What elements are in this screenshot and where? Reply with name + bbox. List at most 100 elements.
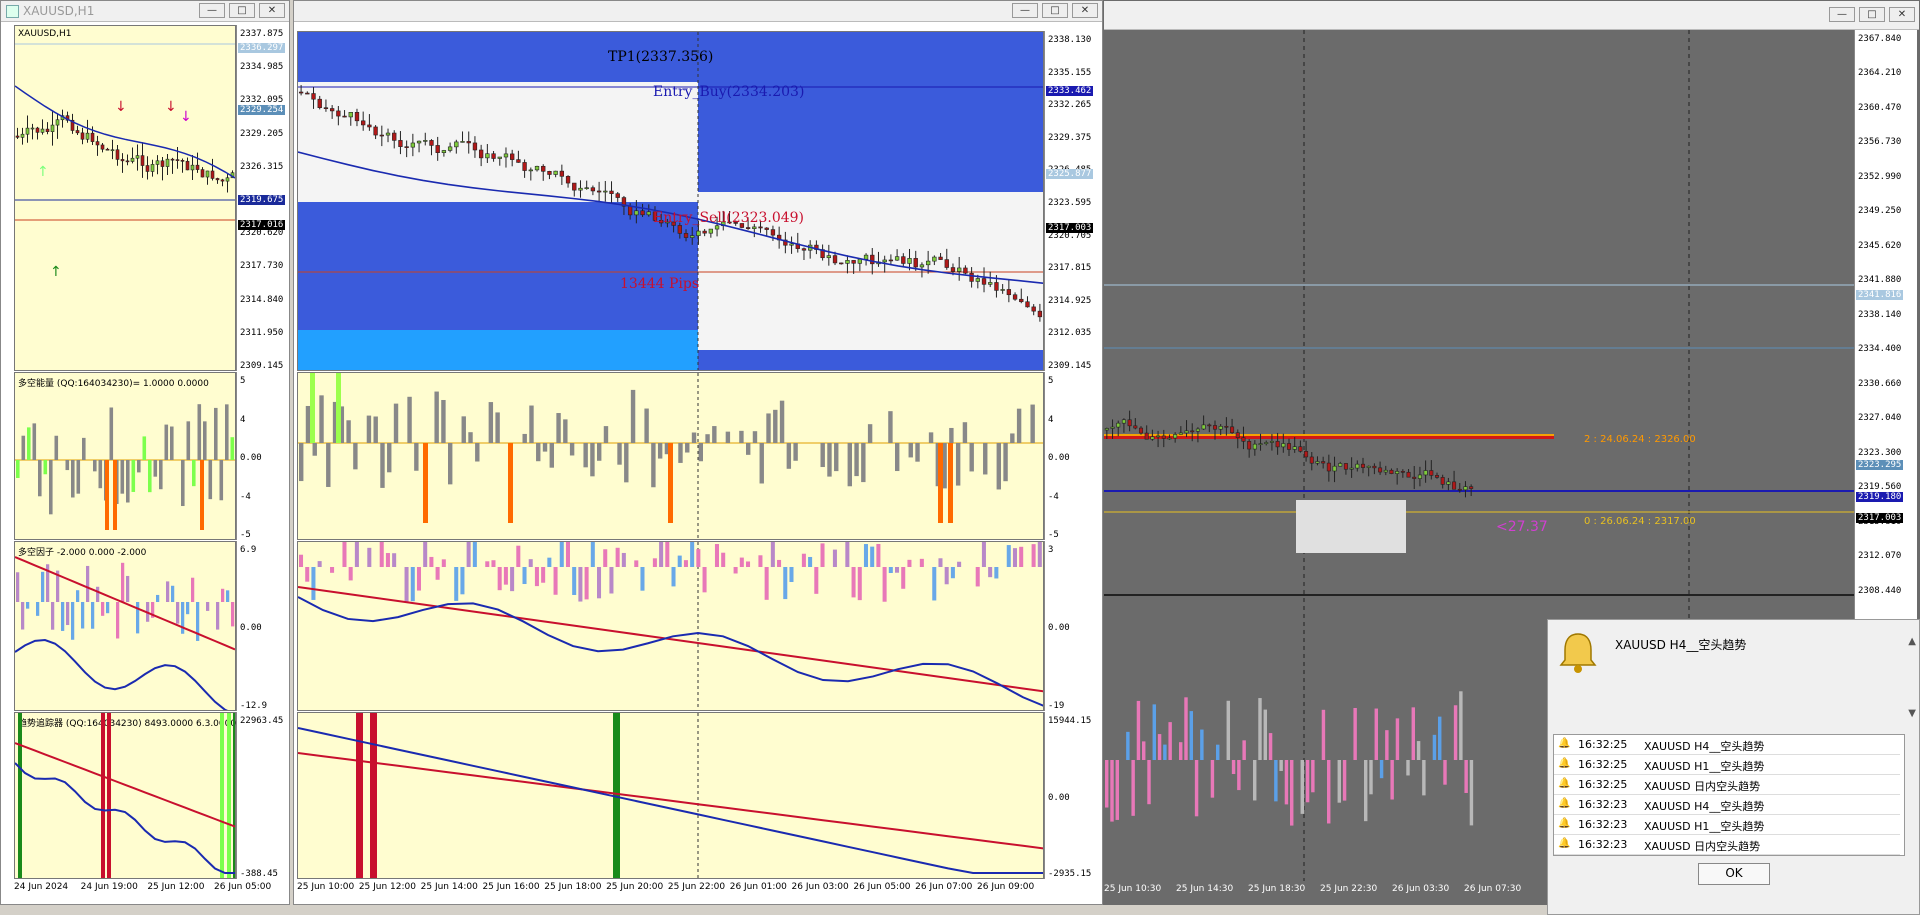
candle-body	[478, 149, 484, 159]
histogram-bar	[559, 542, 564, 567]
left-ind2-pane[interactable]: 多空因子 -2.000 0.000 -2.000	[14, 541, 236, 711]
left-price-pane[interactable]: XAUUSD,H1 ↑ ↑ ↓ ↓ ↓	[14, 25, 236, 371]
histogram-bar	[26, 602, 30, 609]
left-chart-window[interactable]: XAUUSD,H1 — □ ✕ XAUUSD,H1 ↑ ↑ ↓ ↓ ↓ 2337.875…	[0, 0, 290, 905]
red-line	[15, 742, 235, 828]
histogram-bar	[683, 560, 688, 567]
mid-price-pane[interactable]: TP1(2337.356) Entry_Buy(2334.203) Entry_…	[297, 31, 1044, 371]
candle-body	[150, 164, 155, 172]
candle-body	[516, 159, 521, 163]
signal-bar	[107, 713, 111, 878]
alert-row[interactable]: 🔔 16:32:23 XAUUSD H4__空头趋势	[1554, 795, 1900, 815]
price-tag: 2336.297	[238, 43, 286, 53]
mid-price-axis: 2338.1302335.1552332.2652329.3752326.485…	[1044, 31, 1100, 371]
candle-body	[1326, 462, 1331, 472]
candle-body	[472, 142, 478, 151]
signal-bar	[105, 460, 109, 530]
candle-body	[323, 107, 329, 109]
red-line	[298, 586, 1043, 693]
alert-row[interactable]: 🔔 16:32:23 XAUUSD H1__空头趋势	[1554, 815, 1900, 835]
candle-body	[764, 227, 769, 230]
histogram-bar	[51, 602, 55, 630]
close-button[interactable]: ✕	[1889, 7, 1915, 22]
entry-sell-label: Entry_Sell(2323.049)	[653, 210, 805, 226]
histogram-bar	[801, 553, 806, 567]
maximize-button[interactable]: □	[1042, 3, 1068, 18]
histogram-bar	[928, 432, 934, 443]
right-window-titlebar[interactable]: — □ ✕	[1104, 1, 1919, 30]
price-tick: 2334.985	[240, 62, 284, 73]
candle-body	[317, 98, 322, 108]
histogram-bar	[497, 567, 502, 591]
histogram-bar	[1284, 760, 1289, 805]
histogram-bar	[556, 413, 561, 443]
histogram-bar	[353, 443, 358, 470]
histogram-bar	[820, 443, 825, 468]
alert-row[interactable]: 🔔 16:32:25 XAUUSD H1__空头趋势	[1554, 755, 1900, 775]
histogram-bar	[231, 602, 235, 627]
mid-ind2-pane[interactable]	[297, 541, 1044, 711]
close-button[interactable]: ✕	[1072, 3, 1098, 18]
maximize-button[interactable]: □	[1859, 7, 1885, 22]
mid-ind3-pane[interactable]	[297, 712, 1044, 879]
price-tick: 2329.375	[1048, 132, 1092, 143]
left-ind1-pane[interactable]: 多空能量 (QQ:164034230)= 1.0000 0.0000	[14, 372, 236, 540]
candle-body	[1218, 425, 1223, 430]
candle-body	[1298, 446, 1303, 452]
candle-body	[534, 165, 540, 171]
histogram-bar	[609, 567, 614, 594]
mid-window-titlebar[interactable]: — □ ✕	[294, 1, 1102, 22]
candle-body	[572, 182, 577, 191]
histogram-bar	[867, 424, 873, 443]
histogram-bar	[448, 443, 453, 485]
alert-row[interactable]: 🔔 16:32:25 XAUUSD H4__空头趋势	[1554, 735, 1900, 755]
alert-list[interactable]: 🔔 16:32:25 XAUUSD H4__空头趋势 🔔 16:32:25 XAUUSD …	[1553, 734, 1905, 856]
mid-chart-window[interactable]: — □ ✕ TP1(2337.356) Entry_Buy(2334.203) …	[293, 0, 1103, 905]
candle-body	[1116, 422, 1121, 428]
histogram-bar	[983, 443, 988, 475]
alert-dialog[interactable]: XAUUSD H4__空头趋势 ▲ ▼ 🔔 16:32:25 XAUUSD H4__…	[1547, 619, 1920, 915]
price-tick: 2323.595	[1048, 198, 1092, 208]
histogram-bar	[857, 567, 862, 601]
price-tag: 2323.295	[1856, 460, 1904, 470]
alert-row[interactable]: 🔔 16:32:25 XAUUSD 日内空头趋势	[1554, 775, 1900, 795]
candle-body	[190, 164, 195, 171]
histogram-bar	[630, 389, 636, 443]
signal-bar	[101, 713, 105, 878]
left-window-titlebar[interactable]: XAUUSD,H1 — □ ✕	[1, 1, 289, 22]
minimize-button[interactable]: —	[1012, 3, 1038, 18]
maximize-button[interactable]: □	[229, 3, 255, 18]
histogram-bar	[214, 407, 218, 460]
mid-ind2-chart	[298, 542, 1043, 710]
price-tick: -2935.15	[1048, 869, 1092, 879]
price-tick: 2345.620	[1858, 240, 1902, 251]
candle-body	[1360, 463, 1366, 468]
time-label: 25 Jun 22:30	[1320, 884, 1378, 894]
price-tick: 2337.875	[240, 29, 284, 39]
histogram-bar	[1136, 700, 1141, 760]
mid-ind1-pane[interactable]	[297, 372, 1044, 540]
histogram-bar	[367, 547, 372, 567]
left-ind3-pane[interactable]: 趋势追踪器 (QQ:164034230) 8493.0000 6.3.0000	[14, 712, 236, 879]
candle-body	[932, 256, 937, 262]
zone-block	[698, 32, 1043, 192]
minimize-button[interactable]: —	[199, 3, 225, 18]
minimize-button[interactable]: —	[1829, 7, 1855, 22]
price-tick: 0.00	[1048, 792, 1070, 803]
close-button[interactable]: ✕	[259, 3, 285, 18]
time-label: 25 Jun 14:30	[1176, 884, 1234, 894]
alert-scroll-up-icon[interactable]: ▲	[1908, 636, 1916, 647]
histogram-bar	[142, 436, 147, 460]
price-tick: 4	[240, 414, 246, 425]
histogram-bar	[854, 443, 859, 477]
alert-scroll-down-icon[interactable]: ▼	[1908, 708, 1916, 719]
ok-button[interactable]: OK	[1698, 863, 1770, 885]
price-tick: 2308.440	[1858, 585, 1902, 596]
histogram-bar	[764, 567, 769, 600]
candle-body	[1383, 469, 1388, 473]
candle-body	[913, 258, 918, 268]
candle-body	[745, 227, 751, 229]
alert-row[interactable]: 🔔 16:32:23 XAUUSD 日内空头趋势	[1554, 835, 1900, 855]
histogram-bar	[569, 443, 575, 456]
candle-body	[497, 156, 502, 159]
